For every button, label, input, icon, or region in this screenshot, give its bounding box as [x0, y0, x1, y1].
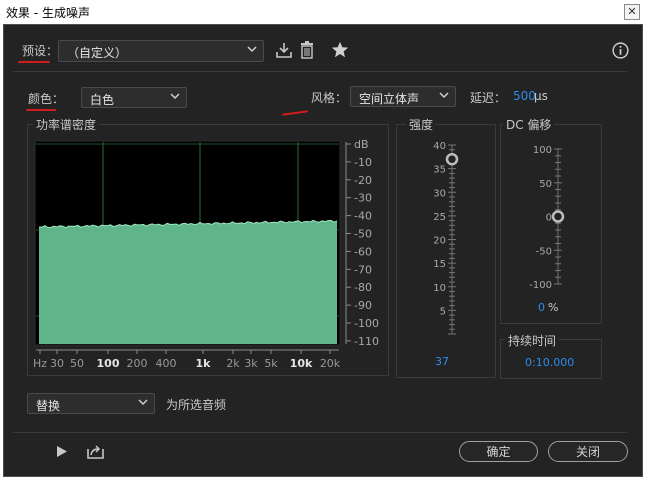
close-button[interactable]: 关闭: [548, 441, 628, 462]
intensity-slider-knob: [445, 152, 459, 166]
spectrum-graph: dB -10 -20 -30 -40 -50 -60 -70 -80 -90 -100 -110 Hz…: [33, 138, 379, 370]
style-label: 风格：: [311, 91, 348, 105]
divider: [13, 432, 627, 433]
db-tick-label: -50: [354, 228, 372, 241]
dc-offset-slider[interactable]: 100 50 0 -50 -100: [514, 138, 574, 298]
slider-tick-label: 0: [546, 213, 552, 224]
dc-offset-value[interactable]: 0: [538, 301, 545, 314]
info-icon[interactable]: [612, 42, 629, 59]
noise-spectrum-fill: [39, 220, 337, 344]
duration-value[interactable]: 0:10.000: [525, 356, 574, 369]
dc-offset-title: DC 偏移: [503, 116, 555, 133]
annotation-underline: [18, 61, 50, 63]
slider-tick-label: 40: [433, 141, 446, 152]
favorite-star-icon[interactable]: [331, 41, 349, 59]
style-dropdown[interactable]: 空间立体声: [350, 86, 456, 107]
hz-tick-label: 1k: [196, 357, 212, 370]
hz-tick-label: 3k: [244, 357, 258, 370]
hz-tick-label: 50: [70, 357, 84, 370]
db-tick-label: -40: [354, 210, 372, 223]
chevron-down-icon: [170, 93, 180, 100]
db-tick-label: -110: [354, 335, 379, 348]
db-tick-label: -60: [354, 245, 372, 258]
hz-tick-label: 10k: [290, 357, 313, 370]
dc-offset-unit: %: [548, 301, 559, 314]
delete-icon[interactable]: [300, 41, 314, 59]
slider-tick-label: 50: [539, 179, 552, 190]
db-tick-label: -10: [354, 156, 372, 169]
insert-mode-text: 为所选音频: [166, 398, 227, 412]
hz-tick-label: 200: [127, 357, 148, 370]
db-tick-label: -70: [354, 263, 372, 276]
slider-tick-label: 20: [433, 236, 446, 247]
annotation-underline: [26, 109, 56, 111]
slider-tick-label: 35: [433, 165, 446, 176]
color-dropdown[interactable]: 白色: [81, 87, 187, 108]
intensity-slider[interactable]: 40 35 30 25 20 15 10 5: [420, 136, 468, 344]
db-tick-label: -90: [354, 299, 372, 312]
insert-mode-dropdown[interactable]: 替换: [27, 393, 155, 414]
db-tick-label: -30: [354, 192, 372, 205]
delay-unit: μs: [534, 89, 548, 103]
dc-offset-slider-knob: [551, 210, 565, 223]
intensity-title: 强度: [406, 116, 437, 133]
slider-tick-label: -50: [536, 246, 552, 257]
slider-tick-label: 15: [433, 259, 446, 270]
window-title: 效果 - 生成噪声: [6, 6, 90, 20]
hz-tick-label: 2k: [226, 357, 240, 370]
slider-tick-label: -100: [529, 280, 552, 291]
duration-title: 持续时间: [505, 332, 560, 349]
title-bar: 效果 - 生成噪声 ✕: [0, 0, 646, 24]
slider-tick-label: 25: [433, 212, 446, 223]
preset-value: （自定义）: [67, 46, 128, 60]
hz-tick-label: 20k: [320, 357, 341, 370]
delay-label: 延迟：: [470, 91, 507, 105]
slider-tick-label: 10: [433, 283, 446, 294]
insert-mode-value: 替换: [36, 399, 61, 413]
style-value: 空间立体声: [359, 92, 420, 106]
intensity-value[interactable]: 37: [435, 355, 449, 368]
slider-tick-label: 30: [433, 188, 446, 199]
ok-button[interactable]: 确定: [459, 441, 538, 462]
delay-value[interactable]: 500: [513, 89, 536, 103]
chevron-down-icon: [439, 92, 449, 99]
close-icon[interactable]: ✕: [624, 4, 640, 20]
hz-tick-label: 100: [97, 357, 120, 370]
chevron-down-icon: [247, 46, 257, 53]
export-icon[interactable]: [87, 443, 104, 459]
chevron-down-icon: [138, 399, 148, 406]
preset-label: 预设：: [22, 44, 59, 58]
color-value: 白色: [90, 93, 115, 107]
slider-tick-label: 100: [533, 145, 552, 156]
db-tick-label: -20: [354, 174, 372, 187]
hz-tick-label: 400: [156, 357, 177, 370]
db-tick-label: dB: [354, 138, 369, 151]
hz-tick-label: 5k: [264, 357, 278, 370]
slider-tick-label: 5: [440, 306, 446, 317]
spectrum-title: 功率谱密度: [33, 116, 100, 133]
play-icon[interactable]: [56, 445, 68, 458]
divider: [13, 71, 627, 72]
hz-tick-label: Hz: [33, 357, 47, 370]
db-tick-label: -80: [354, 281, 372, 294]
db-tick-label: -100: [354, 317, 379, 330]
preset-dropdown[interactable]: （自定义）: [58, 40, 264, 62]
save-preset-icon[interactable]: [276, 42, 292, 58]
color-label: 颜色：: [28, 92, 65, 106]
hz-tick-label: 30: [50, 357, 64, 370]
